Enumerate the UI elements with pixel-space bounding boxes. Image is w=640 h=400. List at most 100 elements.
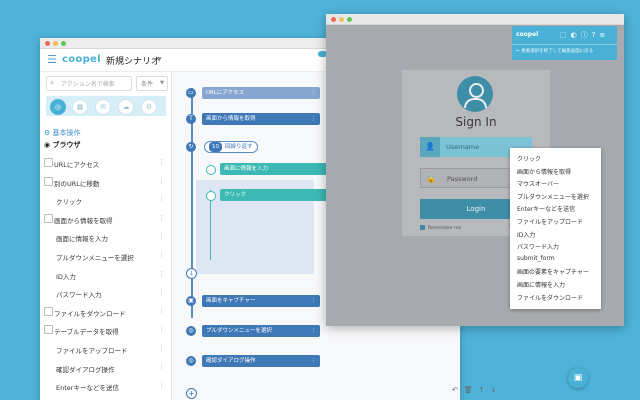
context-menu-item[interactable]: 画面から情報を取得: [517, 167, 571, 176]
context-menu-item[interactable]: プルダウンメニューを選択: [517, 192, 589, 201]
sidebar-item-label: クリック: [56, 198, 82, 207]
condition-select[interactable]: 条件 ▼: [136, 76, 168, 91]
move-down-icon[interactable]: ↓: [491, 386, 503, 394]
step-menu-icon[interactable]: ⋮: [311, 355, 317, 367]
mail-category-icon[interactable]: ✉: [95, 99, 111, 115]
return-to-editor-link[interactable]: ⇐ 要素選択を終了して編集画面に戻る: [516, 48, 593, 54]
browser-category-icon[interactable]: ◎: [50, 99, 66, 115]
action-icon: [44, 158, 53, 167]
action-sidebar: ⌕ アクション名で検索 条件 ▼ ◎ ▦ ✉ ☁ ⚙ ⚙ 基本操作 ◉ ブラウザ…: [40, 72, 172, 400]
context-menu-item[interactable]: パスワード入力: [517, 242, 559, 251]
item-menu-icon[interactable]: ⋮: [158, 381, 165, 389]
add-step-button[interactable]: +: [186, 388, 197, 399]
coopel-element-toolbar: coopel ⬚◐ⓘ?≡ ⇐ 要素選択を終了して編集画面に戻る: [512, 26, 617, 60]
context-menu-item[interactable]: ファイルをアップロード: [517, 217, 583, 226]
search-placeholder: アクション名で検索: [61, 81, 115, 88]
sidebar-action-item[interactable]: ファイルをダウンロード ⋮: [40, 305, 171, 319]
sidebar-action-item[interactable]: Enterキーなどを送信 ⋮: [40, 379, 171, 393]
step-menu-icon[interactable]: ⋮: [311, 325, 317, 337]
sidebar-action-item[interactable]: ファイルをアップロード ⋮: [40, 342, 171, 356]
trash-icon[interactable]: 🗑: [464, 386, 479, 394]
hamburger-icon[interactable]: ☰: [47, 54, 57, 66]
action-search-input[interactable]: ⌕ アクション名で検索: [46, 76, 132, 91]
section-browser[interactable]: ◉ ブラウザ: [44, 140, 81, 150]
sidebar-action-item[interactable]: 確認ダイアログ操作 ⋮: [40, 361, 171, 375]
context-menu-item[interactable]: submit_form: [517, 255, 555, 262]
step-menu-icon[interactable]: ⋮: [311, 113, 317, 125]
flow-step[interactable]: プルダウンメニューを選択 ⋮: [202, 325, 320, 337]
info-icon[interactable]: ⓘ: [581, 31, 592, 39]
input-step-icon: [206, 165, 216, 175]
item-menu-icon[interactable]: ⋮: [158, 232, 165, 240]
item-menu-icon[interactable]: ⋮: [158, 307, 165, 315]
settings-category-icon[interactable]: ⚙: [141, 99, 157, 115]
select-cursor-icon[interactable]: ⬚: [560, 31, 571, 39]
loop-count[interactable]: 10: [209, 142, 222, 152]
zoom-window-button[interactable]: [61, 41, 66, 46]
sidebar-action-item[interactable]: パスワード入力 ⋮: [40, 286, 171, 300]
search-icon: ⌕: [50, 78, 55, 87]
loop-label[interactable]: 10 回繰り返す: [204, 141, 258, 153]
context-menu-item[interactable]: ID入力: [517, 230, 535, 239]
close-window-button[interactable]: [331, 17, 336, 22]
loop-step[interactable]: 画面に情報を入力⋮: [220, 163, 340, 175]
context-menu-item[interactable]: 画面の要素をキャプチャー: [517, 267, 589, 276]
item-menu-icon[interactable]: ⋮: [158, 158, 165, 166]
section-basic[interactable]: ⚙ 基本操作: [44, 128, 81, 138]
condition-label: 条件: [141, 81, 154, 88]
sidebar-action-item[interactable]: ID入力 ⋮: [40, 268, 171, 282]
sidebar-action-item[interactable]: URLにアクセス ⋮: [40, 156, 171, 170]
item-menu-icon[interactable]: ⋮: [158, 325, 165, 333]
step-menu-icon[interactable]: ⋮: [311, 295, 317, 307]
toolbar-divider: [512, 44, 617, 45]
sidebar-item-label: 別のURLに移動: [54, 179, 100, 188]
scenario-title[interactable]: 新規シナリオ: [106, 54, 160, 67]
sidebar-action-item[interactable]: テーブルデータを取得 ⋮: [40, 323, 171, 337]
item-menu-icon[interactable]: ⋮: [158, 344, 165, 352]
sidebar-action-item[interactable]: 別のURLに移動 ⋮: [40, 175, 171, 189]
caret-down-icon[interactable]: ▼: [157, 56, 162, 63]
username-placeholder: Username: [446, 143, 480, 151]
item-menu-icon[interactable]: ⋮: [158, 195, 165, 203]
password-placeholder: Password: [447, 175, 478, 183]
sidebar-action-item[interactable]: クリック ⋮: [40, 193, 171, 207]
coopel-logo: coopel: [62, 54, 101, 65]
zoom-window-button[interactable]: [347, 17, 352, 22]
sidebar-action-item[interactable]: プルダウンメニューを選択 ⋮: [40, 249, 171, 263]
item-menu-icon[interactable]: ⋮: [158, 363, 165, 371]
item-menu-icon[interactable]: ⋮: [158, 214, 165, 222]
capture-step-icon: ▣: [186, 296, 196, 306]
dialog-step-icon: ◎: [186, 356, 196, 366]
step-menu-icon[interactable]: ⋮: [311, 87, 317, 99]
item-menu-icon[interactable]: ⋮: [158, 251, 165, 259]
move-up-icon[interactable]: ↑: [479, 386, 491, 394]
minimize-window-button[interactable]: [53, 41, 58, 46]
menu-icon[interactable]: ≡: [599, 31, 609, 39]
chat-support-button[interactable]: ▣: [568, 368, 588, 388]
toggle-switch[interactable]: ◐: [571, 31, 581, 39]
flow-step[interactable]: 画面をキャプチャー ⋮: [202, 295, 320, 307]
cloud-category-icon[interactable]: ☁: [118, 99, 134, 115]
flow-step[interactable]: 画面から情報を取得 ⋮: [202, 113, 320, 125]
undo-icon[interactable]: ↶: [452, 386, 464, 394]
context-menu-item[interactable]: マウスオーバー: [517, 179, 559, 188]
sidebar-item-label: ファイルをダウンロード: [54, 309, 126, 318]
sidebar-action-item[interactable]: 画面に情報を入力 ⋮: [40, 230, 171, 244]
item-menu-icon[interactable]: ⋮: [158, 270, 165, 278]
close-window-button[interactable]: [45, 41, 50, 46]
select-step-icon: ◎: [186, 326, 196, 336]
item-menu-icon[interactable]: ⋮: [158, 288, 165, 296]
context-menu-item[interactable]: 画面に情報を入力: [517, 280, 565, 289]
sidebar-action-item[interactable]: 画面から情報を取得 ⋮: [40, 212, 171, 226]
flow-step[interactable]: 確認ダイアログ操作 ⋮: [202, 355, 320, 367]
context-menu-item[interactable]: ファイルをダウンロード: [517, 293, 583, 302]
context-menu-item[interactable]: Enterキーなどを送信: [517, 204, 575, 213]
minimize-window-button[interactable]: [339, 17, 344, 22]
loop-step[interactable]: クリック⋮: [220, 189, 340, 201]
context-menu-item[interactable]: クリック: [517, 154, 541, 163]
sidebar-item-label: ID入力: [56, 272, 76, 281]
flow-step[interactable]: URLにアクセス ⋮: [202, 87, 320, 99]
item-menu-icon[interactable]: ⋮: [158, 177, 165, 185]
spreadsheet-category-icon[interactable]: ▦: [72, 99, 88, 115]
remember-me-checkbox[interactable]: Remember me: [420, 225, 461, 231]
